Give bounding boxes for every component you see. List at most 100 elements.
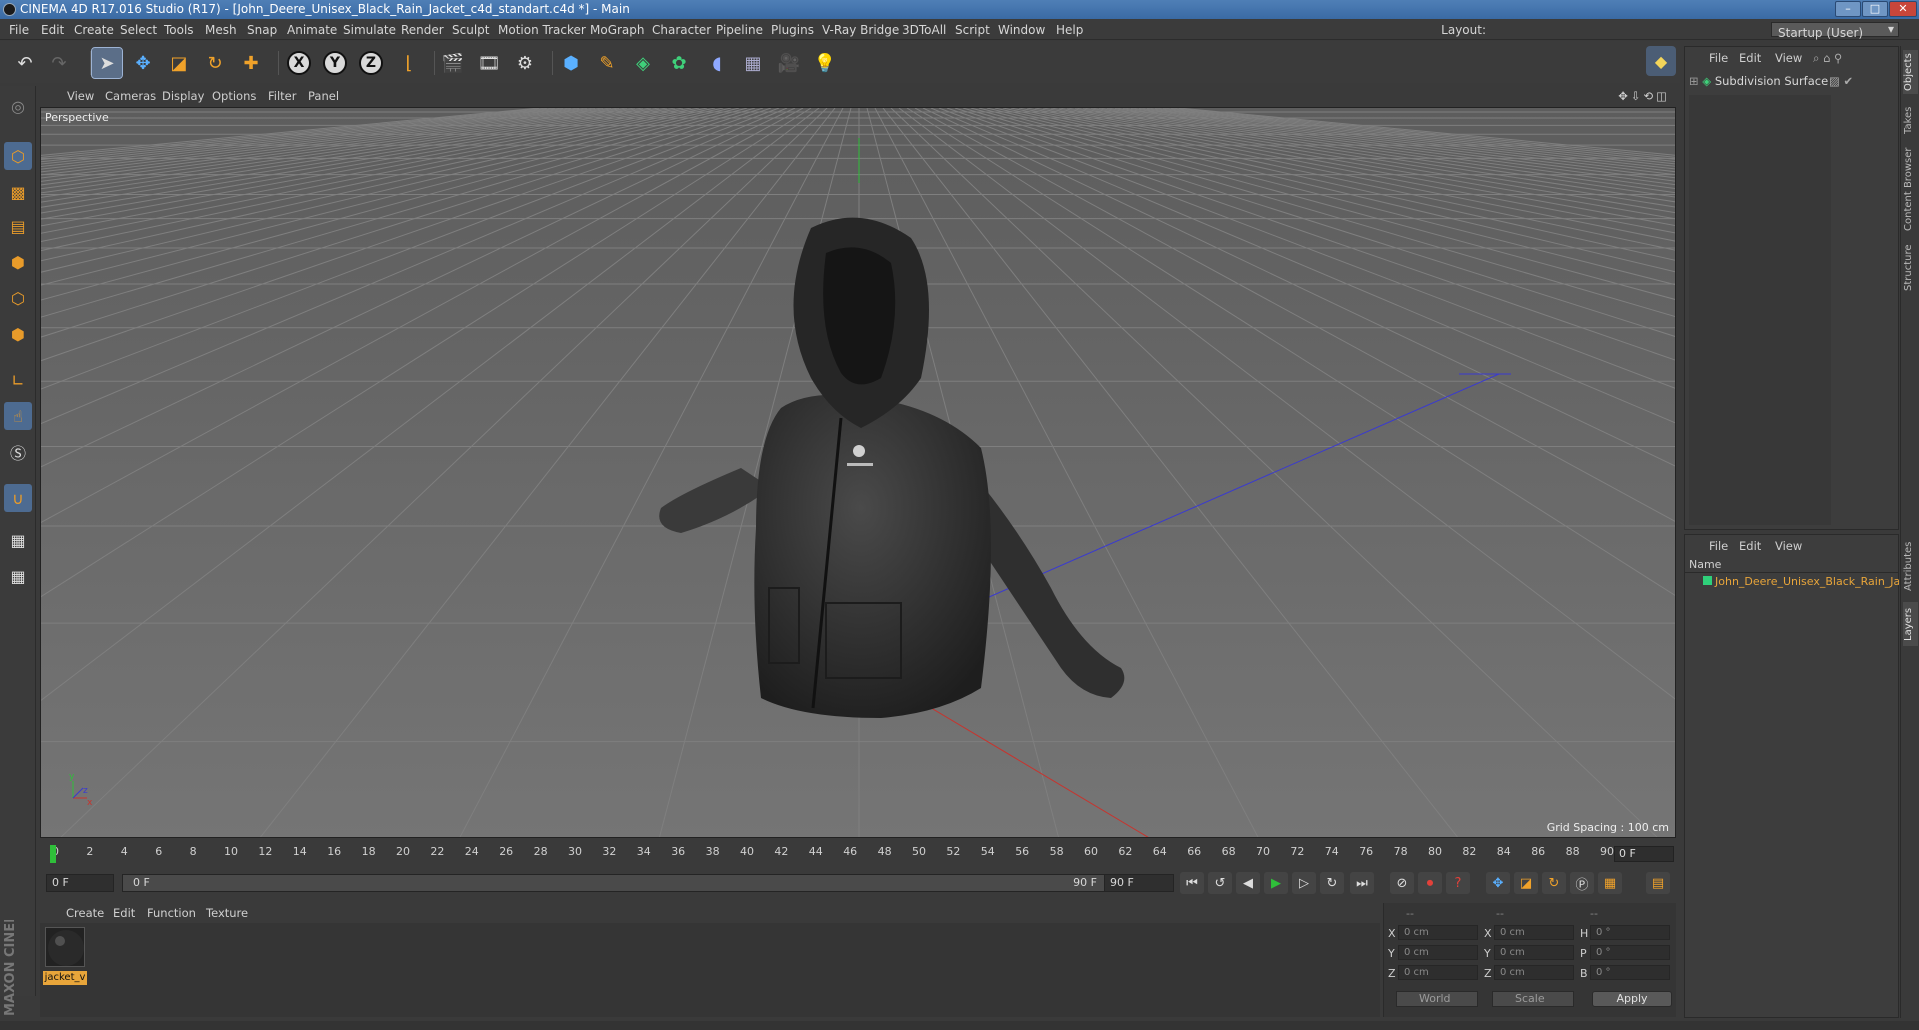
record-keyframe-icon[interactable]: ⊘ xyxy=(1390,872,1414,894)
material-menu-function[interactable]: Function xyxy=(147,906,196,920)
menu-motion-tracker[interactable]: Motion Tracker xyxy=(498,23,586,37)
render-picture-viewer-icon[interactable]: 🎞 xyxy=(474,48,504,78)
array-icon[interactable]: ✿ xyxy=(664,48,694,78)
camera-icon[interactable]: 🎥 xyxy=(774,48,804,78)
timeline-ruler[interactable]: 0246810121416182022242628303234363840424… xyxy=(40,843,1676,865)
workplane-mode-icon[interactable]: ▤ xyxy=(4,212,32,240)
render-settings-icon[interactable]: ⚙ xyxy=(510,48,540,78)
select-arrow-icon[interactable]: ➤ xyxy=(91,47,123,79)
polygons-mode-icon[interactable]: ⬢ xyxy=(4,320,32,348)
coord-size-x-field[interactable]: 0 cm xyxy=(1494,925,1574,940)
current-frame-field[interactable]: 0 F xyxy=(1614,846,1674,862)
layers-menu-file[interactable]: File xyxy=(1709,539,1728,553)
menu-render[interactable]: Render xyxy=(401,23,444,37)
objects-menu-file[interactable]: File xyxy=(1709,51,1728,65)
model-mode-icon[interactable]: ⬡ xyxy=(4,142,32,170)
key-rotation-icon[interactable]: ↻ xyxy=(1542,872,1566,894)
subdivision-icon[interactable]: ◈ xyxy=(628,48,658,78)
previous-keyframe-icon[interactable]: ↺ xyxy=(1208,872,1232,894)
menu-sculpt[interactable]: Sculpt xyxy=(452,23,489,37)
deformer-icon[interactable]: ◖ xyxy=(702,48,732,78)
tab-content-browser[interactable]: Content Browser xyxy=(1903,144,1918,234)
viewport-menu-panel[interactable]: Panel xyxy=(308,89,339,103)
rotate-icon[interactable]: ↻ xyxy=(200,48,230,78)
coord-rot-p-field[interactable]: 0 ° xyxy=(1590,945,1670,960)
menu-select[interactable]: Select xyxy=(120,23,157,37)
undo-icon[interactable]: ↶ xyxy=(10,48,40,78)
apply-button[interactable]: Apply xyxy=(1592,991,1672,1007)
layers-menu-edit[interactable]: Edit xyxy=(1739,539,1761,553)
coordinate-space-dropdown[interactable]: World xyxy=(1396,991,1478,1007)
objects-menu-view[interactable]: View xyxy=(1775,51,1802,65)
scale-icon[interactable]: ◪ xyxy=(164,48,194,78)
menu-pipeline[interactable]: Pipeline xyxy=(716,23,763,37)
menu-simulate[interactable]: Simulate xyxy=(343,23,396,37)
next-frame-icon[interactable]: ▷ xyxy=(1292,872,1316,894)
material-menu-create[interactable]: Create xyxy=(66,906,104,920)
floor-icon[interactable]: ▦ xyxy=(738,48,768,78)
menu-file[interactable]: File xyxy=(9,23,29,37)
key-pla-icon[interactable]: ▦ xyxy=(1598,872,1622,894)
workplane-lock-icon[interactable]: ▦ xyxy=(4,526,32,554)
cube-icon[interactable]: ⬢ xyxy=(556,48,586,78)
render-view-icon[interactable]: 🎬 xyxy=(438,48,468,78)
go-to-end-icon[interactable]: ⏭ xyxy=(1350,872,1374,894)
texture-mode-icon[interactable]: ▩ xyxy=(4,178,32,206)
maximize-button[interactable]: □ xyxy=(1862,1,1888,17)
tweak-mode-icon[interactable]: ☝ xyxy=(4,402,32,430)
menu-help[interactable]: Help xyxy=(1056,23,1083,37)
visibility-toggle-icon[interactable]: ▨ ✔ xyxy=(1829,74,1853,88)
end-frame-field[interactable]: 90 F xyxy=(1104,874,1174,892)
menu-plugins[interactable]: Plugins xyxy=(771,23,814,37)
material-menu-texture[interactable]: Texture xyxy=(206,906,248,920)
tab-attributes[interactable]: Attributes xyxy=(1903,536,1918,596)
key-scale-icon[interactable]: ◪ xyxy=(1514,872,1538,894)
perspective-viewport[interactable]: y x z Perspective Grid Spacing : 100 cm xyxy=(40,107,1676,838)
menu-window[interactable]: Window xyxy=(998,23,1045,37)
menu-create[interactable]: Create xyxy=(74,23,114,37)
light-icon[interactable]: 💡 xyxy=(810,48,840,78)
play-icon[interactable]: ▶ xyxy=(1264,872,1288,894)
layers-menu-view[interactable]: View xyxy=(1775,539,1802,553)
coord-rot-h-field[interactable]: 0 ° xyxy=(1590,925,1670,940)
key-parameter-icon[interactable]: Ⓟ xyxy=(1570,872,1594,894)
pen-icon[interactable]: ✎ xyxy=(592,48,622,78)
tab-structure[interactable]: Structure xyxy=(1903,240,1918,296)
next-keyframe-icon[interactable]: ↻ xyxy=(1320,872,1344,894)
layer-row[interactable]: John_Deere_Unisex_Black_Rain_Ja xyxy=(1689,575,1899,591)
move-icon[interactable]: ✥ xyxy=(128,48,158,78)
axis-mode-icon[interactable]: ∟ xyxy=(4,366,32,394)
redo-icon[interactable]: ↷ xyxy=(44,48,74,78)
menu-script[interactable]: Script xyxy=(955,23,990,37)
layout-dropdown[interactable]: Startup (User) ▾ xyxy=(1771,22,1899,40)
make-editable-icon[interactable]: ◎ xyxy=(4,92,32,120)
material-menu-edit[interactable]: Edit xyxy=(113,906,135,920)
previous-frame-icon[interactable]: ◀ xyxy=(1236,872,1260,894)
viewport-nav-icons[interactable]: ✥⇩⟲◫ xyxy=(1618,89,1670,103)
tab-takes[interactable]: Takes xyxy=(1903,102,1918,138)
keyframe-selection-icon[interactable]: ? xyxy=(1446,872,1470,894)
objects-menu-edit[interactable]: Edit xyxy=(1739,51,1761,65)
menu-mograph[interactable]: MoGraph xyxy=(590,23,645,37)
layers-name-column-header[interactable]: Name xyxy=(1685,557,1898,573)
menu-snap[interactable]: Snap xyxy=(247,23,277,37)
menu-3dtoall[interactable]: 3DToAll xyxy=(902,23,946,37)
tab-objects[interactable]: Objects xyxy=(1903,50,1918,94)
menu-character[interactable]: Character xyxy=(652,23,711,37)
solo-mode-icon[interactable]: Ⓢ xyxy=(4,438,32,466)
points-mode-icon[interactable]: ⬢ xyxy=(4,248,32,276)
menu-mesh[interactable]: Mesh xyxy=(205,23,237,37)
menu-tools[interactable]: Tools xyxy=(164,23,194,37)
viewport-menu-cameras[interactable]: Cameras xyxy=(105,89,156,103)
viewport-menu-filter[interactable]: Filter xyxy=(268,89,296,103)
menu-animate[interactable]: Animate xyxy=(287,23,337,37)
menu-edit[interactable]: Edit xyxy=(41,23,64,37)
viewport-menu-view[interactable]: View xyxy=(67,89,94,103)
timeline-window-icon[interactable]: ▤ xyxy=(1646,872,1670,894)
coord-pos-y-field[interactable]: 0 cm xyxy=(1398,945,1478,960)
z-axis-icon[interactable]: Z xyxy=(356,48,386,78)
coordinate-mode-dropdown[interactable]: Scale xyxy=(1492,991,1574,1007)
quantize-icon[interactable]: ▦ xyxy=(4,562,32,590)
tab-layers[interactable]: Layers xyxy=(1903,602,1918,646)
coord-pos-z-field[interactable]: 0 cm xyxy=(1398,965,1478,980)
